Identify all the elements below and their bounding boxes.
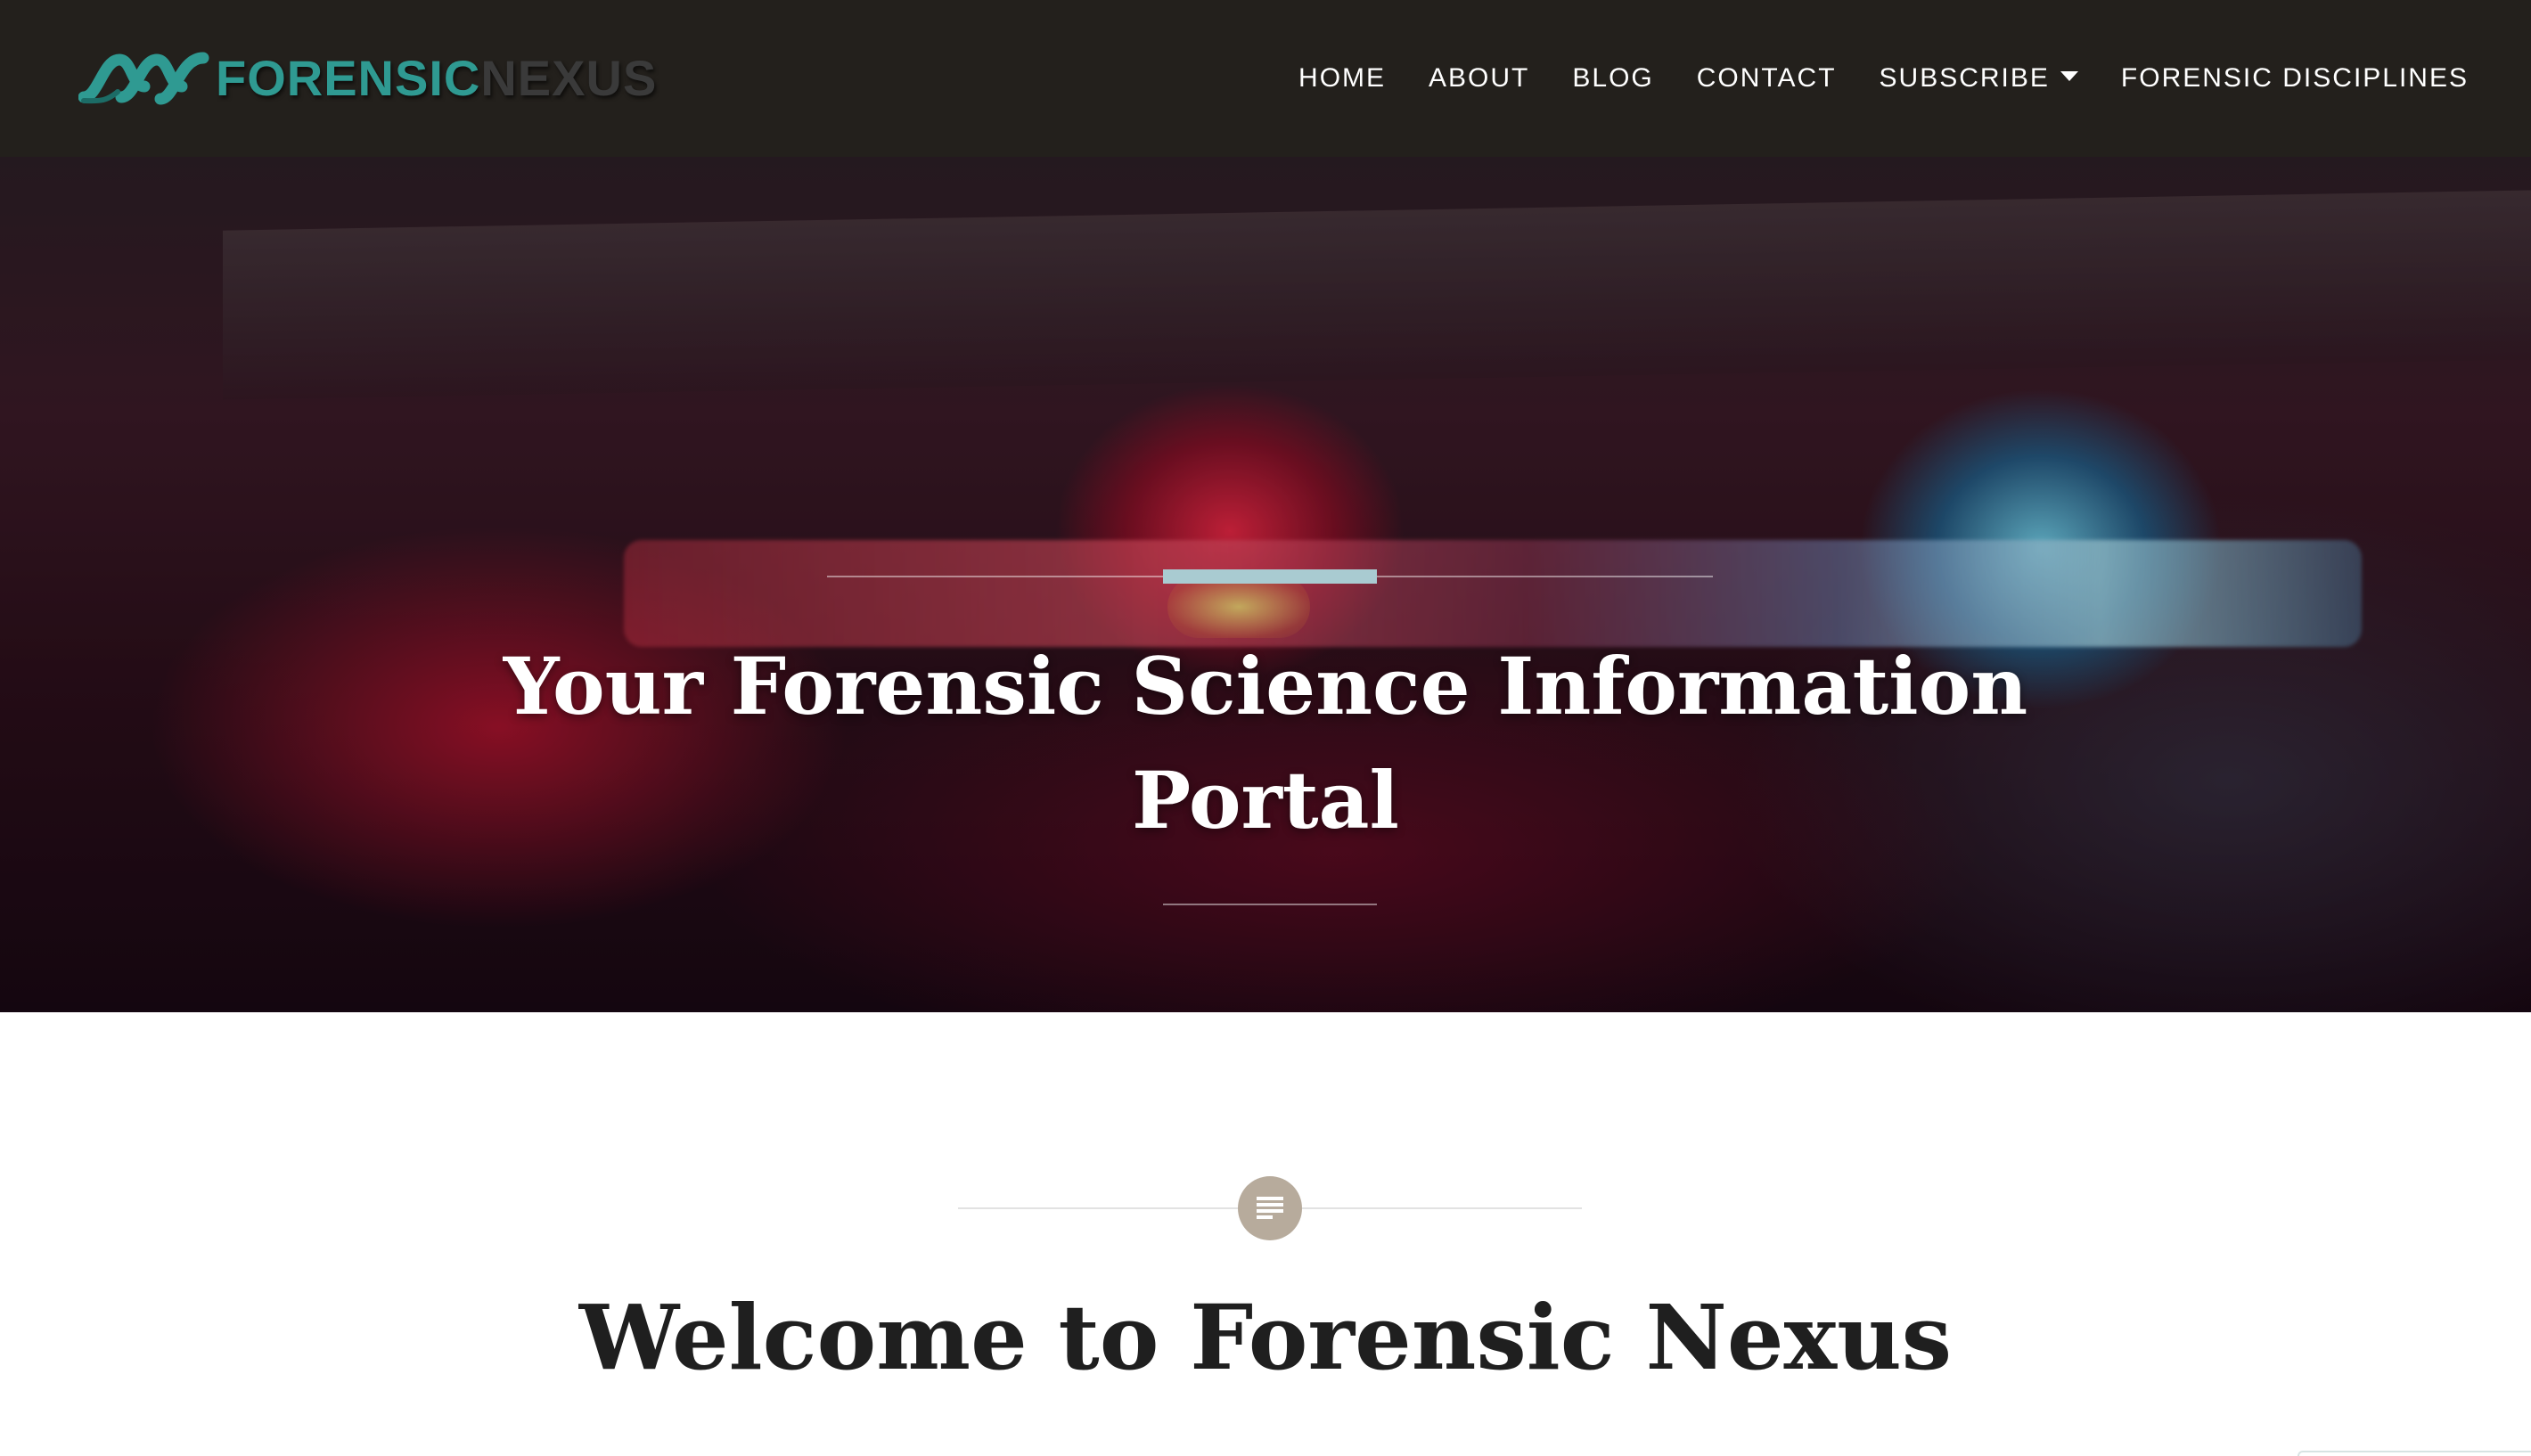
nav-item-subscribe: SUBSCRIBE: [1880, 63, 2078, 94]
nav-link-contact[interactable]: CONTACT: [1697, 63, 1837, 94]
main-nav: HOME ABOUT BLOG CONTACT SUBSCRIBE FORENS…: [1256, 63, 2469, 94]
floating-widget-edge[interactable]: [2298, 1451, 2531, 1456]
dna-helix-icon: [78, 52, 209, 105]
nav-link-subscribe-dropdown[interactable]: SUBSCRIBE: [1880, 63, 2078, 94]
logo-text: FORENSICNEXUS: [216, 53, 657, 103]
nav-item-about: ABOUT: [1429, 63, 1529, 94]
text-lines-icon: [1257, 1197, 1283, 1219]
site-logo[interactable]: FORENSICNEXUS: [78, 34, 657, 123]
nav-item-blog: BLOG: [1572, 63, 1653, 94]
logo-text-nexus: NEXUS: [480, 50, 658, 106]
nav-link-blog[interactable]: BLOG: [1572, 63, 1653, 94]
nav-link-subscribe-label: SUBSCRIBE: [1879, 63, 2050, 93]
hero-divider-bottom: [1163, 904, 1377, 905]
nav-item-home: HOME: [1298, 63, 1386, 94]
nav-link-home[interactable]: HOME: [1298, 63, 1386, 94]
logo-text-forensic: FORENSIC: [216, 50, 481, 106]
hero-banner: Your Forensic Science Information Portal: [0, 157, 2531, 1012]
hero-title: Your Forensic Science Information Portal: [503, 640, 2028, 847]
hero-accent-bar: [1163, 569, 1377, 584]
site-header: FORENSICNEXUS HOME ABOUT BLOG CONTACT SU…: [0, 0, 2531, 157]
nav-item-forensic-disciplines: FORENSIC DISCIPLINES: [2121, 63, 2469, 94]
welcome-title: Welcome to Forensic Nexus: [578, 1285, 1953, 1390]
caret-down-icon: [2060, 70, 2078, 81]
welcome-section: Welcome to Forensic Nexus: [0, 1012, 2531, 1456]
nav-item-contact: CONTACT: [1697, 63, 1837, 94]
nav-link-about[interactable]: ABOUT: [1429, 63, 1529, 94]
post-format-badge: [1238, 1176, 1302, 1240]
nav-link-forensic-disciplines[interactable]: FORENSIC DISCIPLINES: [2121, 63, 2469, 94]
hero-content: Your Forensic Science Information Portal: [0, 157, 2531, 1012]
